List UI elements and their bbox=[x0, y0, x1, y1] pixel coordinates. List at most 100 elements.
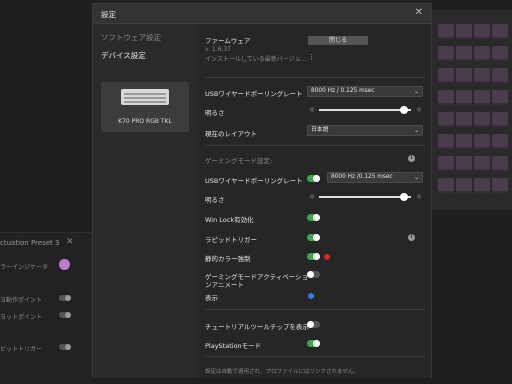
playstation-label: PlayStationモード bbox=[205, 342, 262, 350]
keyboard-key bbox=[474, 112, 490, 127]
keyboard-key bbox=[438, 134, 454, 149]
keyboard-key bbox=[474, 24, 490, 39]
close-icon[interactable]: ✕ bbox=[415, 7, 423, 18]
modal-header: 設定 ✕ bbox=[93, 4, 431, 24]
keyboard-key bbox=[474, 46, 490, 61]
brightness-high-icon: ☼ bbox=[415, 193, 423, 201]
brightness-low-icon: ☼ bbox=[308, 106, 316, 114]
info-icon[interactable]: i bbox=[408, 234, 415, 241]
usb-polling-select[interactable]: 8000 Hz / 0.125 msec ⌄ bbox=[307, 86, 423, 97]
static-color-label: 静的カラー強制 bbox=[205, 255, 251, 263]
keyboard-preview bbox=[432, 10, 512, 210]
firmware-label: ファームウェア bbox=[205, 37, 251, 45]
divider bbox=[205, 356, 425, 357]
keyboard-key bbox=[492, 134, 508, 149]
static-color-swatch[interactable] bbox=[324, 254, 330, 260]
keyboard-key bbox=[474, 90, 490, 105]
usb-polling-label: USBワイヤードポーリングレート bbox=[205, 90, 303, 98]
keyboard-key bbox=[492, 68, 508, 83]
keyboard-key bbox=[456, 156, 472, 171]
reset-point-label: ヨットポイント bbox=[0, 314, 43, 321]
divider bbox=[205, 77, 425, 78]
nav-software-settings[interactable]: ソフトウェア設定 bbox=[101, 32, 161, 43]
firmware-version: v. 1.6.37 bbox=[205, 46, 231, 53]
gaming-anim-toggle[interactable] bbox=[307, 271, 320, 278]
static-color-toggle[interactable] bbox=[307, 253, 320, 260]
keyboard-key bbox=[456, 112, 472, 127]
footer-note: 設定は自動で適用され、プロファイルにはリンクされません。 bbox=[205, 369, 359, 375]
settings-nav: ソフトウェア設定 デバイス設定 K70 PRO RGB TKL bbox=[93, 24, 196, 378]
device-card[interactable]: K70 PRO RGB TKL bbox=[101, 82, 189, 132]
layout-value: 日本語 bbox=[311, 127, 329, 133]
rapid-trigger-toggle[interactable] bbox=[307, 234, 320, 241]
keyboard-key bbox=[474, 134, 490, 149]
playstation-toggle[interactable] bbox=[307, 340, 320, 347]
chevron-down-icon: ⌄ bbox=[413, 127, 419, 134]
color-swatch[interactable] bbox=[59, 259, 70, 270]
keyboard-key bbox=[492, 112, 508, 127]
keyboard-key bbox=[492, 46, 508, 61]
keyboard-key bbox=[474, 68, 490, 83]
keyboard-key bbox=[492, 156, 508, 171]
brightness-low-icon: ☼ bbox=[308, 193, 316, 201]
actuation-point-toggle[interactable] bbox=[59, 295, 71, 301]
color-indicator-label: ラーインジケータ bbox=[0, 264, 49, 271]
chevron-down-icon: ⌄ bbox=[413, 174, 419, 181]
modal-title: 設定 bbox=[101, 10, 116, 19]
more-options-icon[interactable]: ⋮ bbox=[308, 53, 315, 61]
gaming-usb-polling-label: USBワイヤードポーリングレート bbox=[205, 177, 303, 185]
close-button[interactable]: 閉じる bbox=[308, 36, 368, 45]
close-icon[interactable]: ✕ bbox=[66, 237, 74, 247]
keyboard-key bbox=[438, 112, 454, 127]
display-color-swatch[interactable] bbox=[308, 293, 314, 299]
gaming-mode-section-label: ゲーミングモード設定: bbox=[205, 157, 273, 165]
divider bbox=[205, 145, 425, 146]
actuation-panel-title: ctuation Preset 3 bbox=[0, 239, 60, 247]
brightness-slider[interactable] bbox=[319, 105, 411, 115]
settings-modal: 設定 ✕ ソフトウェア設定 デバイス設定 K70 PRO RGB TKL ファー… bbox=[92, 3, 432, 378]
info-icon[interactable]: i bbox=[408, 155, 415, 162]
firmware-install-text: インストールしている最新バージョ... bbox=[205, 56, 307, 63]
gaming-brightness-label: 明るさ bbox=[205, 196, 225, 204]
keyboard-key bbox=[438, 24, 454, 39]
keyboard-key bbox=[456, 46, 472, 61]
keyboard-key bbox=[474, 156, 490, 171]
winlock-toggle[interactable] bbox=[307, 214, 320, 221]
keyboard-key bbox=[474, 178, 490, 193]
gaming-brightness-slider[interactable] bbox=[319, 192, 411, 202]
usb-polling-value: 8000 Hz / 0.125 msec bbox=[311, 88, 375, 94]
brightness-high-icon: ☼ bbox=[415, 106, 423, 114]
keyboard-key bbox=[438, 46, 454, 61]
tutorial-toggle[interactable] bbox=[307, 321, 320, 328]
layout-select[interactable]: 日本語 ⌄ bbox=[307, 125, 423, 136]
reset-point-toggle[interactable] bbox=[59, 312, 71, 318]
keyboard-key bbox=[492, 90, 508, 105]
rapid-trigger-label: ラピッドトリガー bbox=[205, 236, 257, 244]
layout-label: 現在のレイアウト bbox=[205, 130, 257, 138]
slider-track bbox=[319, 109, 411, 111]
keyboard-key bbox=[456, 178, 472, 193]
gaming-usb-polling-toggle[interactable] bbox=[307, 175, 320, 182]
keyboard-icon bbox=[121, 89, 169, 105]
keyboard-key bbox=[492, 24, 508, 39]
actuation-panel: ctuation Preset 3 ✕ ラーインジケータ ヨ動作ポイント ヨット… bbox=[0, 232, 92, 384]
tutorial-label: チュートリアルツールチップを表示 bbox=[205, 323, 309, 331]
nav-device-settings[interactable]: デバイス設定 bbox=[101, 50, 146, 61]
rapid-trigger-bg-toggle[interactable] bbox=[59, 344, 71, 350]
keyboard-key bbox=[438, 90, 454, 105]
keyboard-key bbox=[456, 90, 472, 105]
keyboard-key bbox=[438, 156, 454, 171]
settings-content: ファームウェア 閉じる v. 1.6.37 インストールしている最新バージョ..… bbox=[196, 24, 431, 378]
actuation-point-label: ヨ動作ポイント bbox=[0, 297, 43, 304]
slider-thumb[interactable] bbox=[400, 193, 408, 201]
rapid-trigger-bg-label: ピットトリガー bbox=[0, 346, 43, 353]
gaming-anim-label-line2: ンアニメート bbox=[205, 281, 244, 289]
chevron-down-icon: ⌄ bbox=[413, 88, 419, 95]
keyboard-key bbox=[456, 134, 472, 149]
keyboard-key bbox=[492, 178, 508, 193]
winlock-label: Win Lock有効化 bbox=[205, 216, 254, 224]
gaming-usb-polling-value: 8000 Hz /0.125 msec bbox=[331, 174, 393, 180]
slider-track bbox=[319, 196, 411, 198]
gaming-usb-polling-select[interactable]: 8000 Hz /0.125 msec ⌄ bbox=[327, 172, 423, 183]
slider-thumb[interactable] bbox=[400, 106, 408, 114]
